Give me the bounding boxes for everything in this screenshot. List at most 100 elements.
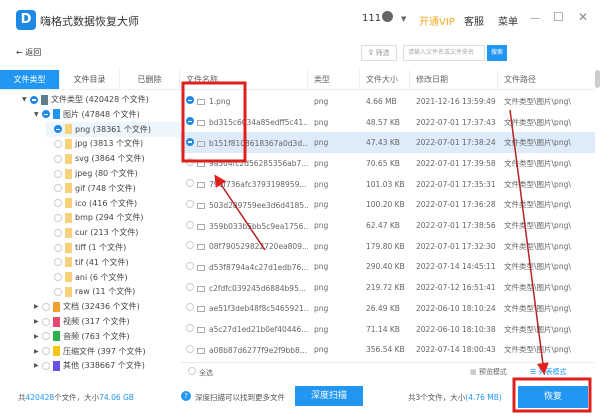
tree-node[interactable]: bmp (294 个文件) — [46, 210, 180, 225]
col-type[interactable]: 类型 — [308, 70, 360, 89]
row-checkbox[interactable] — [186, 324, 194, 333]
back-button[interactable]: ← 返回 — [16, 47, 41, 58]
tree-checkbox[interactable] — [54, 258, 62, 267]
tab-file-type[interactable]: 文件类型 — [0, 70, 60, 89]
tree-node[interactable]: raw (11 个文件) — [46, 284, 180, 299]
row-checkbox[interactable] — [186, 137, 194, 146]
table-row[interactable]: 08f790529822720ea809... png 179.80 KB 2022-… — [180, 236, 595, 257]
tree-node[interactable]: jpeg (80 个文件) — [46, 166, 180, 181]
col-date[interactable]: 修改日期 — [410, 70, 498, 89]
tree-checkbox[interactable] — [54, 154, 62, 163]
caret-right-icon[interactable]: ▶ — [34, 333, 42, 340]
select-all-checkbox[interactable]: 全选 — [188, 367, 213, 378]
tree-checkbox[interactable] — [42, 317, 50, 326]
table-row[interactable]: 503d289759ee3d6d4185... png 100.20 KB 2022-… — [180, 195, 595, 216]
search-button[interactable]: 搜索 — [487, 45, 507, 61]
close-button[interactable]: ✕ — [578, 10, 588, 24]
tree-checkbox[interactable] — [42, 347, 50, 356]
tree-checkbox[interactable] — [54, 228, 62, 237]
tree-node[interactable]: ▼ 文件类型 (420428 个文件) — [22, 92, 180, 107]
row-checkbox[interactable] — [186, 241, 194, 250]
row-checkbox[interactable] — [186, 220, 194, 229]
tab-file-directory[interactable]: 文件目录 — [60, 70, 120, 89]
vip-link[interactable]: 开通VIP — [419, 13, 455, 28]
col-path[interactable]: 文件路径 — [498, 70, 595, 89]
tree-node[interactable]: jpg (3813 个文件) — [46, 136, 180, 151]
caret-down-icon[interactable]: ▼ — [22, 96, 30, 103]
row-checkbox[interactable] — [186, 303, 194, 312]
table-row[interactable]: d53f8794a4c27d1edb76... png 290.40 KB 2022-… — [180, 257, 595, 278]
list-mode-button[interactable]: ☰ 列表模式 — [530, 367, 567, 377]
search-input[interactable]: 请输入文件名或文件夹名 — [403, 45, 485, 61]
tree-checkbox[interactable] — [54, 125, 62, 134]
maximize-button[interactable]: ☐ — [553, 10, 564, 24]
deep-scan-button[interactable]: 深度扫描 — [295, 386, 363, 406]
tree-node[interactable]: ▶ 文档 (32436 个文件) — [34, 299, 180, 314]
tree-node[interactable]: tiff (1 个文件) — [46, 240, 180, 255]
tree-node[interactable]: ▶ 其他 (338667 个文件) — [34, 358, 180, 373]
tree-checkbox[interactable] — [30, 95, 38, 104]
caret-right-icon[interactable]: ▶ — [34, 362, 42, 369]
tree-checkbox[interactable] — [54, 213, 62, 222]
tree-node[interactable]: ▼ 图片 (47848 个文件) — [34, 107, 180, 122]
filter-button[interactable]: ⊽ 筛选 — [361, 45, 397, 61]
menu-link[interactable]: 菜单 — [498, 13, 518, 28]
preview-mode-button[interactable]: ▦ 预览模式 — [470, 367, 507, 377]
tree-checkbox[interactable] — [54, 184, 62, 193]
row-checkbox[interactable] — [186, 199, 194, 208]
scrollbar[interactable] — [595, 70, 600, 88]
caret-right-icon[interactable]: ▶ — [34, 348, 42, 355]
col-name[interactable]: 文件名称 — [180, 70, 308, 89]
table-row[interactable]: 1.png png 4.66 MB 2021-12-16 13:59:49 文件类型\图… — [180, 91, 595, 112]
col-size[interactable]: 文件大小 — [360, 70, 410, 89]
row-checkbox[interactable] — [186, 179, 194, 188]
tree-checkbox[interactable] — [42, 302, 50, 311]
service-link[interactable]: 客服 — [464, 13, 484, 28]
tree-checkbox[interactable] — [42, 332, 50, 341]
tree-node[interactable]: ▶ 压缩文件 (397 个文件) — [34, 344, 180, 359]
recover-button[interactable]: 恢复 — [518, 386, 588, 408]
table-row[interactable]: 359b033b5bb5c9ea1756... png 62.47 KB 2022-0… — [180, 215, 595, 236]
table-row[interactable]: 790f736afc3793198959... png 101.03 KB 2022-… — [180, 174, 595, 195]
table-row[interactable]: 9a504fc2d56285356ab7... png 70.65 KB 2022-0… — [180, 153, 595, 174]
row-checkbox[interactable] — [186, 117, 194, 126]
tab-deleted[interactable]: 已删除 — [120, 70, 180, 89]
user-name[interactable]: 111 — [362, 13, 381, 24]
table-row[interactable]: c2fdfc039245d6884b95... png 219.72 KB 2022-… — [180, 277, 595, 298]
tree-checkbox[interactable] — [54, 273, 62, 282]
tree-node[interactable]: ▶ 视频 (317 个文件) — [34, 314, 180, 329]
chevron-down-icon[interactable]: ▼ — [401, 15, 406, 23]
row-checkbox[interactable] — [186, 344, 194, 353]
row-checkbox[interactable] — [186, 282, 194, 291]
tree-node[interactable]: png (38361 个文件) — [46, 121, 180, 137]
tree-checkbox[interactable] — [54, 287, 62, 296]
row-checkbox[interactable] — [186, 96, 194, 105]
tree-node[interactable]: ani (6 个文件) — [46, 270, 180, 285]
tree-node[interactable]: ▶ 音频 (763 个文件) — [34, 329, 180, 344]
table-row[interactable]: ae51f3deb48f8c5465921... png 26.49 KB 2022-… — [180, 298, 595, 319]
row-checkbox[interactable] — [186, 261, 194, 270]
tree-checkbox[interactable] — [54, 199, 62, 208]
table-row[interactable]: bd315c6034a85edff5c41... png 48.57 KB 2022-… — [180, 112, 595, 133]
caret-down-icon[interactable]: ▼ — [34, 111, 42, 118]
minimize-button[interactable]: — — [530, 13, 540, 24]
tree-node[interactable]: gif (748 个文件) — [46, 181, 180, 196]
row-checkbox[interactable] — [186, 158, 194, 167]
help-icon[interactable]: ? — [181, 391, 191, 401]
tree-checkbox[interactable] — [42, 361, 50, 370]
tree-node[interactable]: ico (416 个文件) — [46, 196, 180, 211]
tree-checkbox[interactable] — [42, 110, 50, 119]
caret-right-icon[interactable]: ▶ — [34, 318, 42, 325]
table-row[interactable]: a5c27d1ed21b0ef40446... png 71.14 KB 2022-0… — [180, 319, 595, 340]
caret-right-icon[interactable]: ▶ — [34, 303, 42, 310]
table-row[interactable]: b151f8108618367a0d3d... png 47.43 KB 2022-0… — [180, 132, 595, 154]
tree-checkbox[interactable] — [54, 139, 62, 148]
tree-checkbox[interactable] — [54, 169, 62, 178]
tree-node[interactable]: tif (41 个文件) — [46, 255, 180, 270]
tree-node[interactable]: svg (3864 个文件) — [46, 151, 180, 166]
file-path: 文件类型\图片\png\ — [504, 241, 571, 251]
tree-checkbox[interactable] — [54, 243, 62, 252]
tree-node[interactable]: cur (213 个文件) — [46, 225, 180, 240]
table-row[interactable]: a08b87d6277f9e2f9bb8... png 356.54 KB 2022-… — [180, 339, 595, 360]
user-avatar-icon[interactable] — [382, 11, 393, 22]
